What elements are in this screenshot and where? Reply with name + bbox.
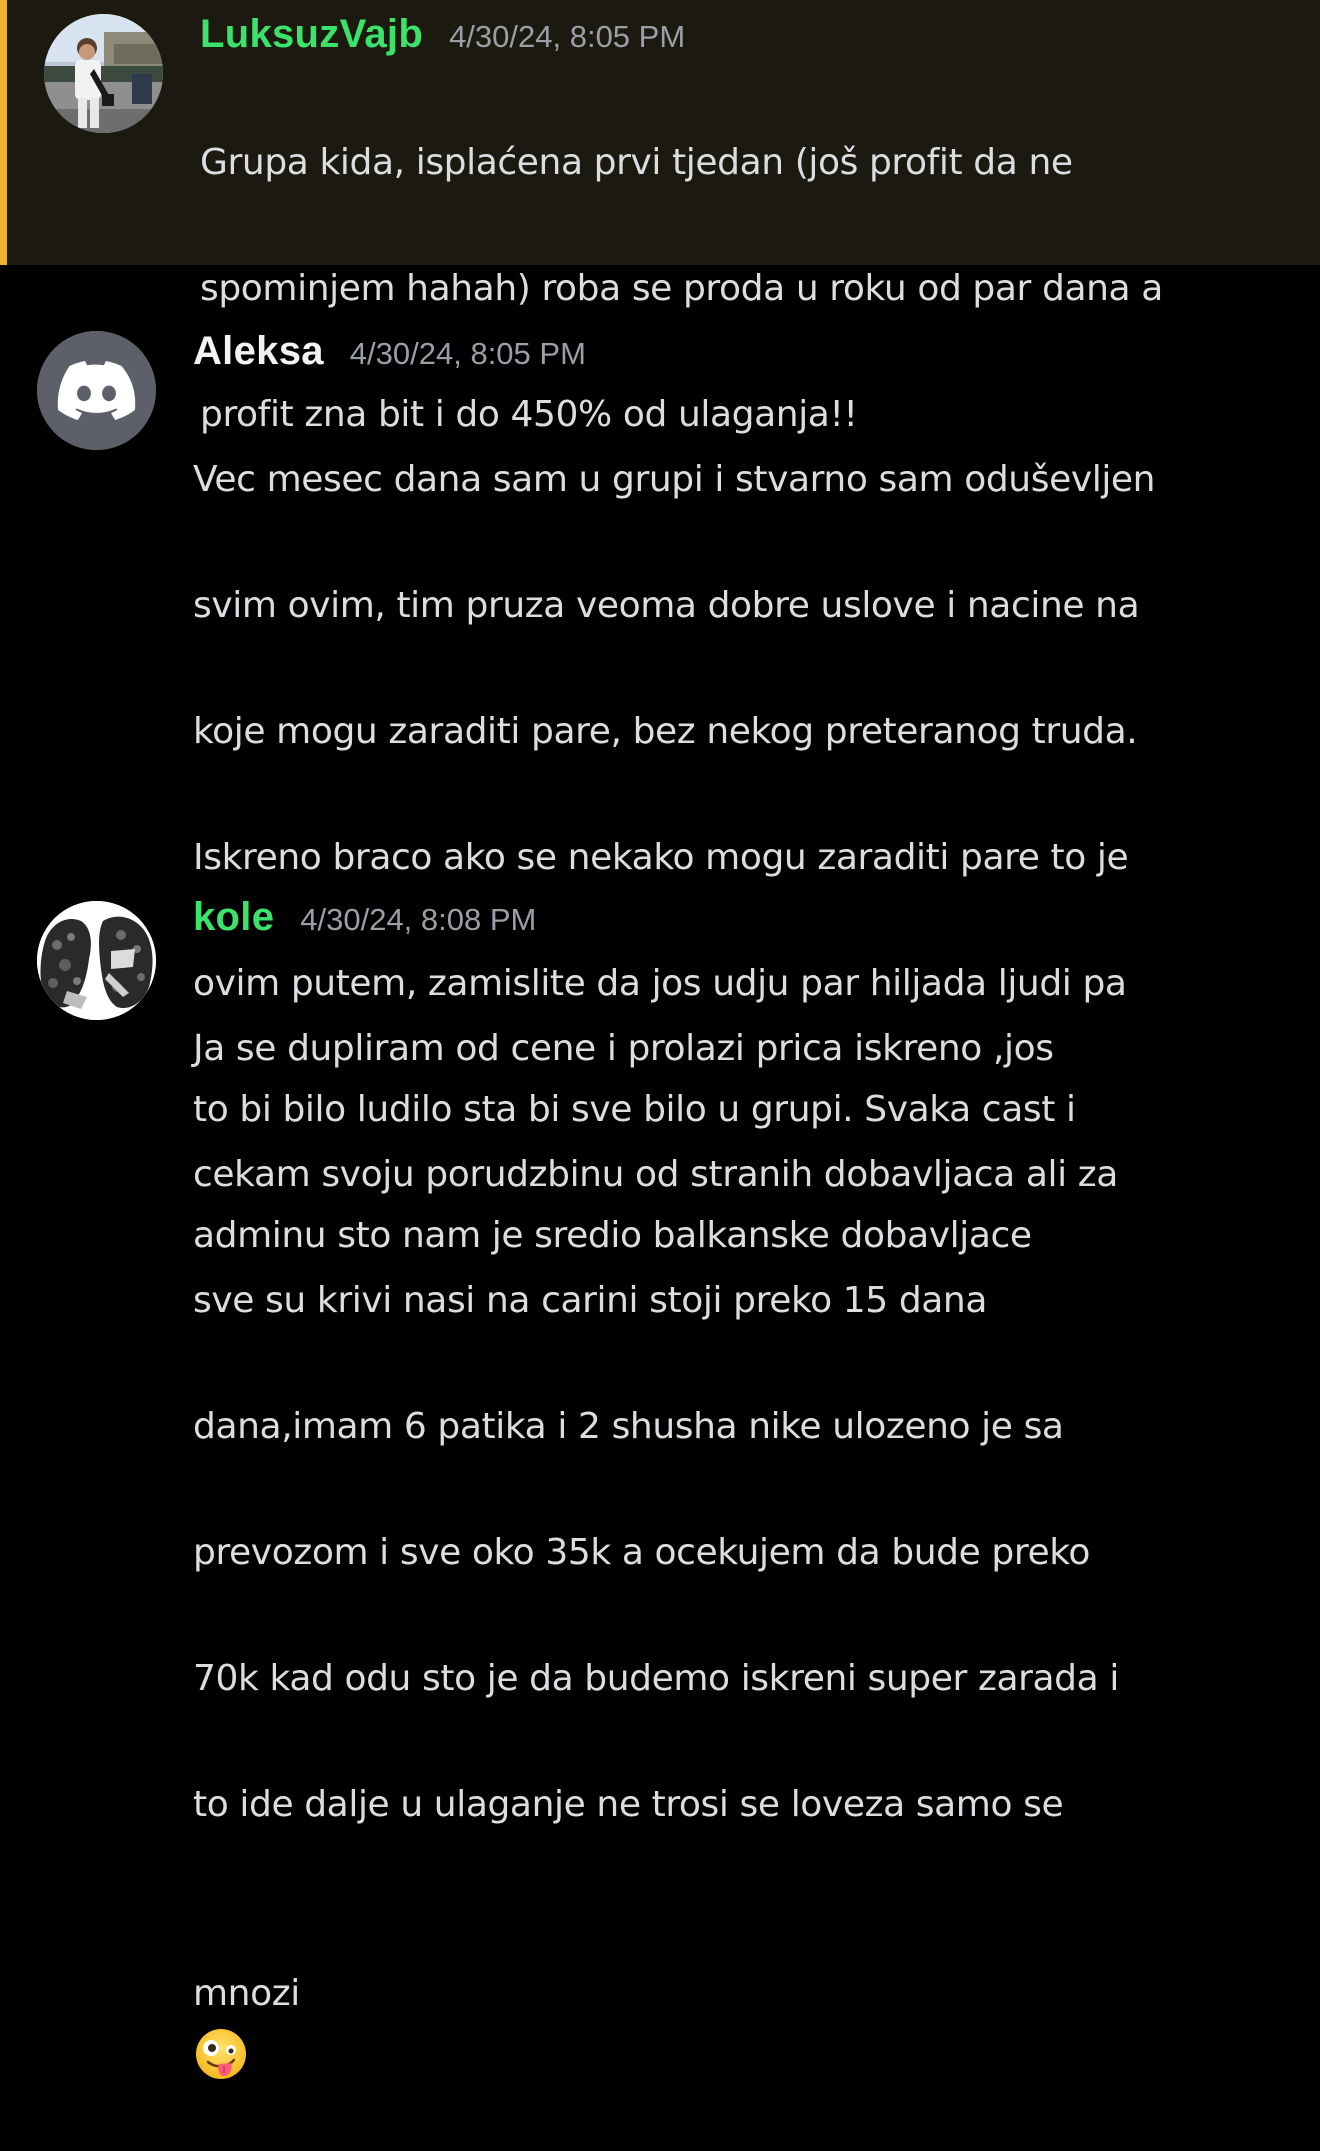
message-line: Ja se dupliram od cene i prolazi prica i… [193, 1028, 1054, 1069]
message-line: Grupa kida, isplaćena prvi tjedan (još p… [200, 142, 1073, 183]
username[interactable]: Aleksa [193, 329, 324, 374]
message-item: kole 4/30/24, 8:08 PM Ja se dupliram od … [0, 845, 1320, 2079]
zany-face-emoji-icon [196, 2029, 246, 2079]
timestamp: 4/30/24, 8:05 PM [349, 336, 586, 371]
username[interactable]: LuksuzVajb [200, 12, 423, 57]
message-line: to ide dalje u ulaganje ne trosi se love… [193, 1784, 1064, 1825]
message-header: Aleksa 4/30/24, 8:05 PM [193, 329, 586, 374]
message-line: dana,imam 6 patika i 2 shusha nike uloze… [193, 1406, 1064, 1447]
avatar[interactable] [44, 14, 163, 133]
message-line: prevozom i sve oko 35k a ocekujem da bud… [193, 1532, 1090, 1573]
message-header: LuksuzVajb 4/30/24, 8:05 PM [200, 12, 685, 57]
message-content: Ja se dupliram od cene i prolazi prica i… [193, 954, 1293, 2151]
message-line: koje mogu zaraditi pare, bez nekog prete… [193, 711, 1138, 752]
timestamp: 4/30/24, 8:08 PM [300, 902, 537, 937]
message-line: Vec mesec dana sam u grupi i stvarno sam… [193, 459, 1156, 500]
message-line: svim ovim, tim pruza veoma dobre uslove … [193, 585, 1140, 626]
message-line: sve su krivi nasi na carini stoji preko … [193, 1280, 988, 1321]
message-line: cekam svoju porudzbinu od stranih dobavl… [193, 1154, 1118, 1195]
message-line-last: mnozi [193, 1899, 1293, 2088]
message-item: Aleksa 4/30/24, 8:05 PM Vec mesec dana s… [0, 265, 1320, 1256]
message-line: 70k kad odu sto je da budemo iskreni sup… [193, 1658, 1119, 1699]
timestamp: 4/30/24, 8:05 PM [449, 19, 686, 54]
hoodie-avatar-icon [37, 901, 156, 1020]
user-photo-icon [44, 14, 163, 133]
avatar[interactable] [37, 901, 156, 1020]
discord-logo-icon [37, 331, 156, 450]
message-line-text: mnozi [193, 1973, 300, 2014]
message-header: kole 4/30/24, 8:08 PM [193, 895, 536, 940]
message-item: LuksuzVajb 4/30/24, 8:05 PM Grupa kida, … [0, 0, 1320, 435]
avatar[interactable] [37, 331, 156, 450]
username[interactable]: kole [193, 895, 274, 940]
